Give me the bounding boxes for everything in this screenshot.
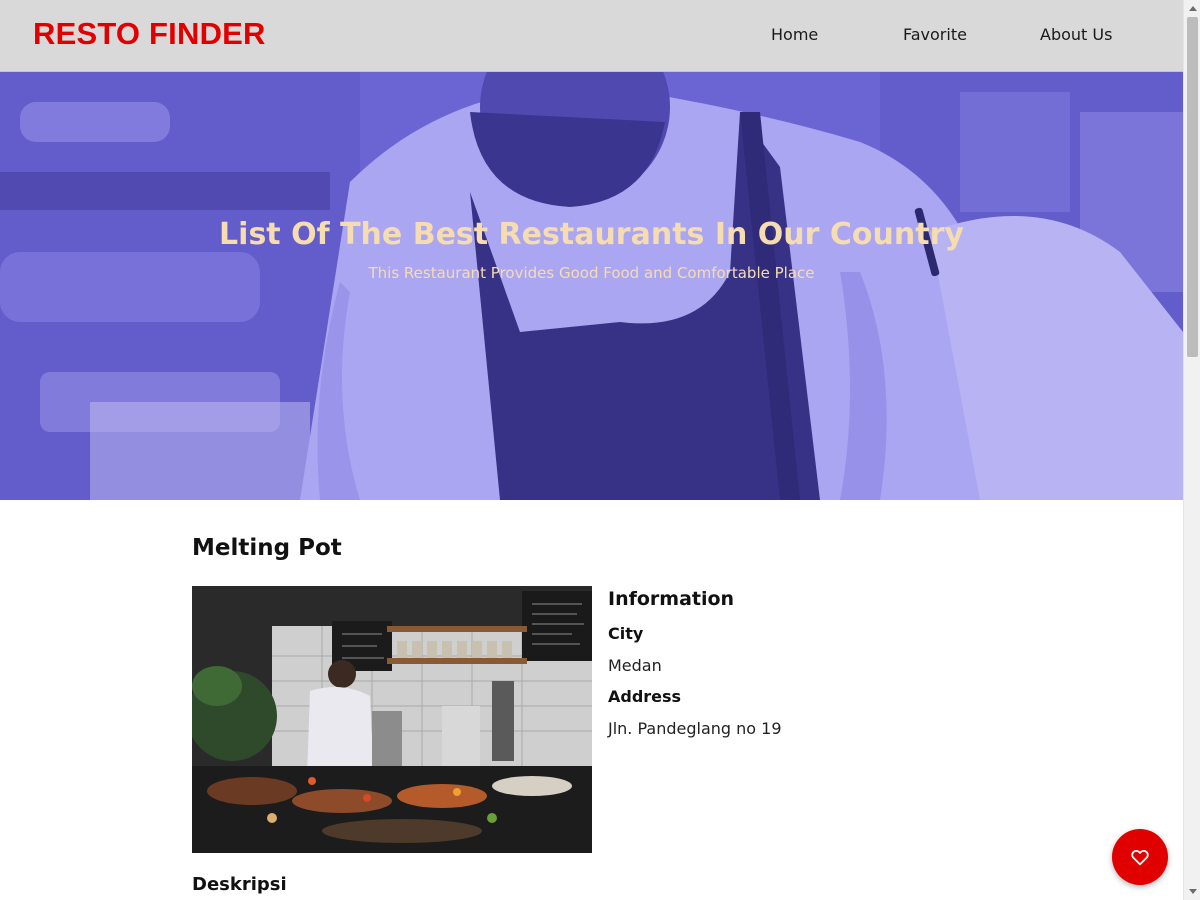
restaurant-name: Melting Pot — [192, 535, 342, 561]
city-value: Medan — [608, 656, 662, 675]
city-label: City — [608, 624, 644, 643]
nav-about-link[interactable]: About Us — [1040, 25, 1112, 44]
nav-home-link[interactable]: Home — [771, 25, 818, 44]
scrollbar-thumb[interactable] — [1187, 17, 1198, 357]
hero-banner: List Of The Best Restaurants In Our Coun… — [0, 72, 1183, 500]
information-heading: Information — [608, 588, 735, 610]
address-label: Address — [608, 687, 682, 706]
favorite-button[interactable] — [1112, 829, 1168, 885]
nav-favorite-link[interactable]: Favorite — [903, 25, 967, 44]
app-root: RESTO FINDER Home Favorite About Us List… — [0, 0, 1200, 900]
scroll-down-arrow-icon[interactable] — [1184, 883, 1200, 900]
description-heading: Deskripsi — [192, 874, 287, 895]
restaurant-photo — [192, 586, 592, 853]
hero-title: List Of The Best Restaurants In Our Coun… — [219, 217, 964, 252]
scroll-up-arrow-icon[interactable] — [1184, 0, 1200, 17]
page-scrollbar[interactable] — [1183, 0, 1200, 900]
hero-chef-image — [0, 72, 1183, 500]
hero-subtitle: This Restaurant Provides Good Food and C… — [368, 264, 815, 282]
heart-outline-icon — [1130, 848, 1150, 866]
navbar: RESTO FINDER Home Favorite About Us — [0, 0, 1183, 72]
address-value: Jln. Pandeglang no 19 — [608, 719, 782, 738]
brand-logo[interactable]: RESTO FINDER — [33, 16, 266, 52]
